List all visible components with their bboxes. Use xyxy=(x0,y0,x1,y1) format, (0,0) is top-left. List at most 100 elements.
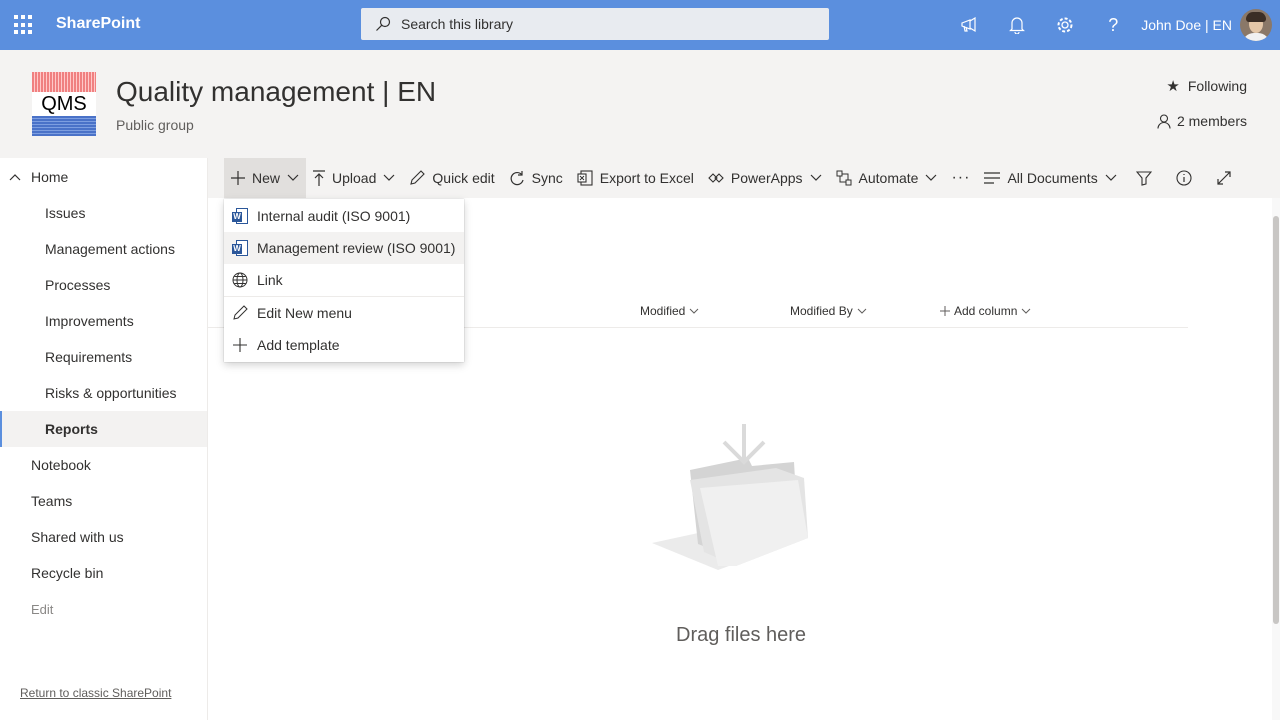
pencil-icon xyxy=(233,305,248,320)
quick-edit-button[interactable]: Quick edit xyxy=(402,158,501,198)
avatar[interactable] xyxy=(1240,9,1272,41)
powerapps-label: PowerApps xyxy=(730,170,803,186)
gear-icon[interactable] xyxy=(1041,0,1089,50)
upload-button[interactable]: Upload xyxy=(306,158,402,198)
modified-label: Modified xyxy=(640,304,686,318)
site-subtitle: Public group xyxy=(116,117,194,133)
chevron-up-icon[interactable] xyxy=(9,173,21,181)
new-label: New xyxy=(252,170,281,186)
more-icon: ··· xyxy=(951,169,971,186)
more-commands-button[interactable]: ··· xyxy=(944,158,977,198)
app-launcher-icon[interactable] xyxy=(14,15,34,35)
menu-item-edit-new-menu[interactable]: Edit New menu xyxy=(224,297,464,329)
powerapps-button[interactable]: PowerApps xyxy=(701,158,829,198)
info-icon xyxy=(1176,170,1192,186)
chevron-down-icon xyxy=(857,308,867,314)
menu-item-label: Internal audit (ISO 9001) xyxy=(257,208,411,224)
left-navigation: Home Issues Management actions Processes… xyxy=(0,158,208,720)
pencil-icon xyxy=(410,170,426,185)
fullscreen-button[interactable] xyxy=(1204,158,1244,198)
site-title[interactable]: Quality management | EN xyxy=(116,76,436,108)
chevron-down-icon xyxy=(926,174,937,181)
search-placeholder: Search this library xyxy=(401,16,514,32)
globe-icon xyxy=(232,272,248,288)
nav-home-label: Home xyxy=(31,169,69,185)
search-icon xyxy=(376,16,391,31)
chevron-down-icon xyxy=(1105,174,1117,181)
export-to-excel-button[interactable]: Export to Excel xyxy=(570,158,701,198)
automate-button[interactable]: Automate xyxy=(829,158,945,198)
menu-item-label: Edit New menu xyxy=(257,305,352,321)
new-button[interactable]: New xyxy=(224,158,307,198)
site-header: QMS Quality management | EN Public group… xyxy=(0,50,1280,158)
empty-state-text: Drag files here xyxy=(676,624,807,646)
nav-item-notebook[interactable]: Notebook xyxy=(0,447,207,483)
add-column-label: Add column xyxy=(954,304,1018,318)
plus-icon xyxy=(233,338,247,352)
sharepoint-brand-link[interactable]: SharePoint xyxy=(56,15,140,33)
menu-item-link[interactable]: Link xyxy=(224,264,464,296)
chevron-down-icon xyxy=(1022,308,1031,314)
empty-folder-illustration xyxy=(652,424,808,570)
nav-item-risks-opportunities[interactable]: Risks & opportunities xyxy=(0,375,207,411)
menu-item-label: Management review (ISO 9001) xyxy=(257,240,456,256)
nav-item-requirements[interactable]: Requirements xyxy=(0,339,207,375)
nav-item-processes[interactable]: Processes xyxy=(0,267,207,303)
megaphone-icon[interactable] xyxy=(945,0,993,50)
chevron-down-icon xyxy=(810,174,821,181)
new-dropdown-menu: W Internal audit (ISO 9001) W Management… xyxy=(224,199,464,362)
nav-item-shared-with-us[interactable]: Shared with us xyxy=(0,519,207,555)
list-view-icon xyxy=(984,172,1001,184)
members-button[interactable]: 2 members xyxy=(1157,113,1247,129)
view-switcher[interactable]: All Documents xyxy=(977,158,1123,198)
column-header-modified-by[interactable]: Modified By xyxy=(790,304,867,318)
menu-item-label: Add template xyxy=(257,337,340,353)
sync-button[interactable]: Sync xyxy=(502,158,570,198)
nav-item-issues[interactable]: Issues xyxy=(0,195,207,231)
nav-item-recycle-bin[interactable]: Recycle bin xyxy=(0,555,207,591)
nav-item-home[interactable]: Home xyxy=(0,159,207,195)
nav-edit-link[interactable]: Edit xyxy=(0,591,207,627)
word-document-icon: W xyxy=(232,240,248,256)
modified-by-label: Modified By xyxy=(790,304,853,318)
menu-item-add-template[interactable]: Add template xyxy=(224,329,464,361)
export-label: Export to Excel xyxy=(599,170,694,186)
nav-item-improvements[interactable]: Improvements xyxy=(0,303,207,339)
sync-icon xyxy=(510,171,524,186)
info-button[interactable] xyxy=(1164,158,1204,198)
nav-item-teams[interactable]: Teams xyxy=(0,483,207,519)
menu-item-management-review[interactable]: W Management review (ISO 9001) xyxy=(224,232,464,264)
menu-item-internal-audit[interactable]: W Internal audit (ISO 9001) xyxy=(224,200,464,232)
add-column-button[interactable]: Add column xyxy=(940,304,1031,318)
filter-button[interactable] xyxy=(1124,158,1164,198)
nav-item-management-actions[interactable]: Management actions xyxy=(0,231,207,267)
upload-label: Upload xyxy=(332,170,377,186)
members-label: 2 members xyxy=(1176,113,1247,129)
word-document-icon: W xyxy=(232,208,248,224)
chevron-down-icon xyxy=(690,308,699,314)
search-box[interactable]: Search this library xyxy=(361,8,829,40)
menu-item-label: Link xyxy=(257,272,283,288)
site-logo[interactable]: QMS xyxy=(32,72,96,136)
plus-icon xyxy=(940,306,950,316)
user-name[interactable]: John Doe | EN xyxy=(1141,17,1232,33)
plus-icon xyxy=(231,171,245,185)
scrollbar-thumb[interactable] xyxy=(1273,216,1279,624)
help-icon[interactable]: ? xyxy=(1089,0,1137,50)
nav-item-reports[interactable]: Reports xyxy=(0,411,207,447)
bell-icon[interactable] xyxy=(993,0,1041,50)
upload-icon xyxy=(313,170,326,186)
column-header-modified[interactable]: Modified xyxy=(640,304,699,318)
sync-label: Sync xyxy=(531,170,563,186)
view-label: All Documents xyxy=(1007,170,1098,186)
quick-edit-label: Quick edit xyxy=(432,170,495,186)
powerapps-icon xyxy=(708,173,724,183)
return-to-classic-link[interactable]: Return to classic SharePoint xyxy=(20,686,171,700)
site-logo-text: QMS xyxy=(41,93,87,115)
flow-icon xyxy=(836,170,852,186)
vertical-scrollbar[interactable] xyxy=(1272,198,1280,720)
suite-bar: SharePoint Search this library ? John Do… xyxy=(0,0,1280,50)
command-bar: New Upload Quick edit Sync Export to Exc… xyxy=(208,158,1280,198)
automate-label: Automate xyxy=(858,170,919,186)
follow-button[interactable]: ★ Following xyxy=(1166,77,1247,95)
